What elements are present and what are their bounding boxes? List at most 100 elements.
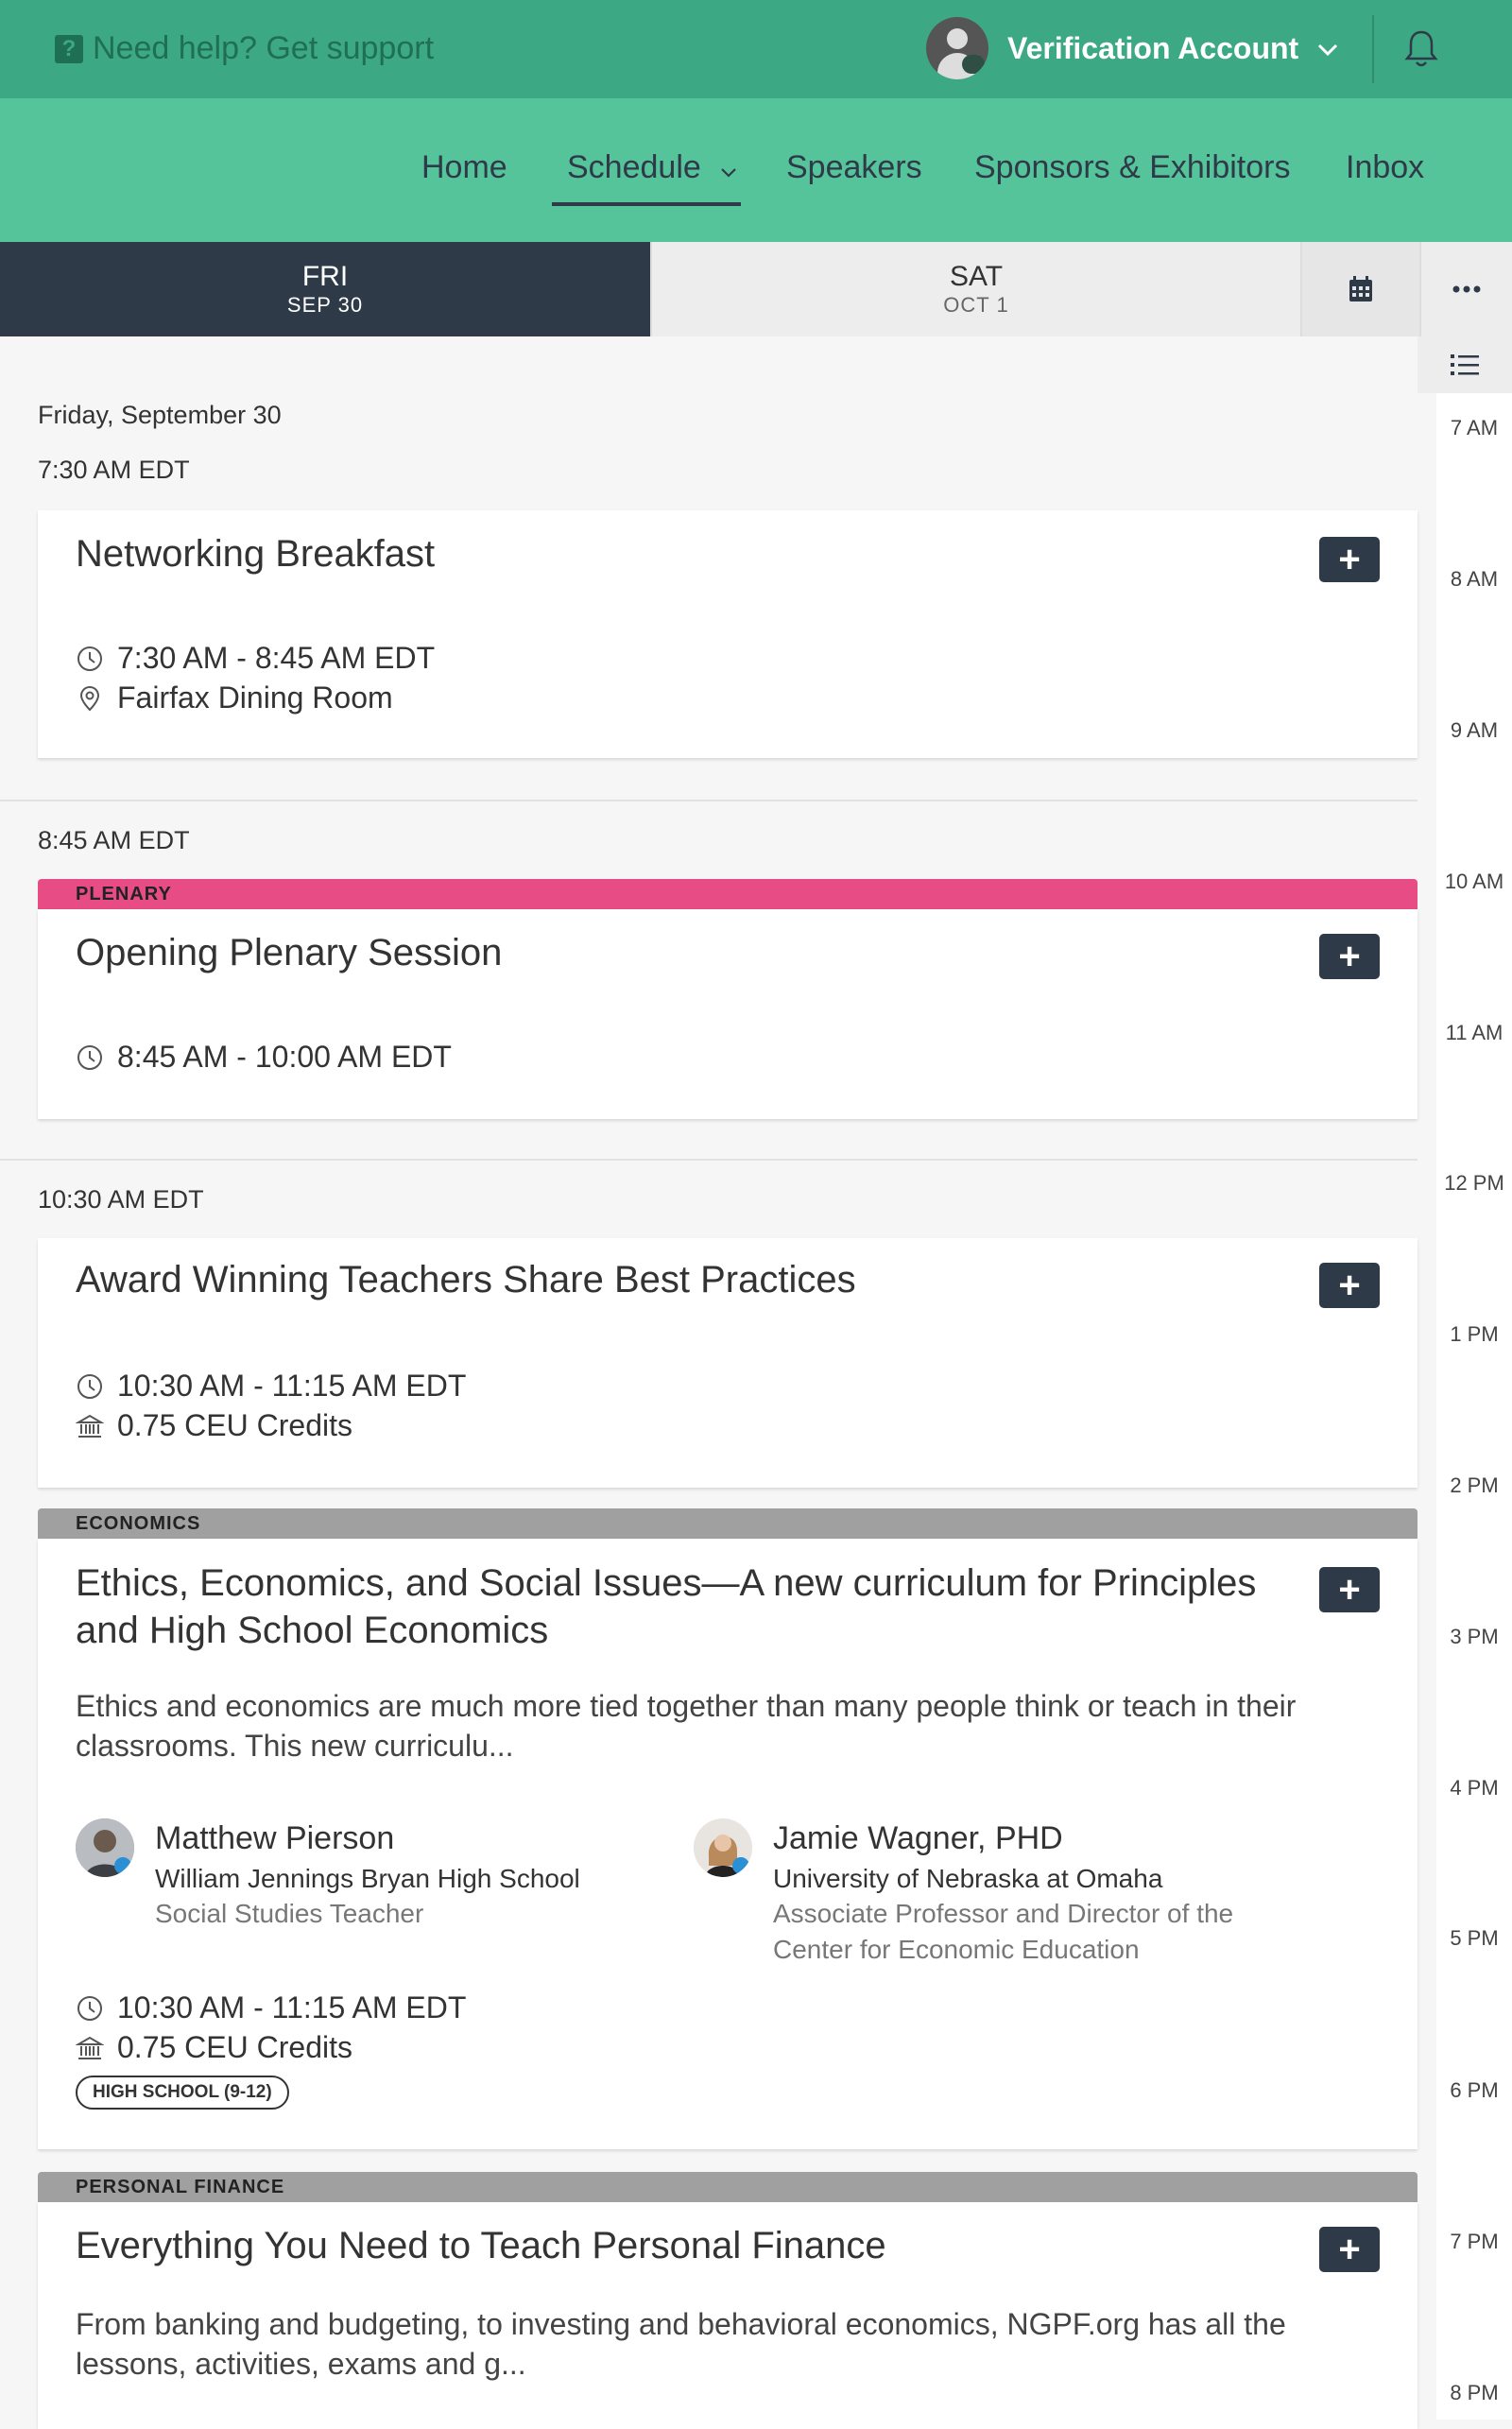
session-title[interactable]: Networking Breakfast <box>76 533 435 576</box>
session-title[interactable]: Opening Plenary Session <box>76 932 502 974</box>
bell-icon[interactable] <box>1402 28 1440 70</box>
track-label: ECONOMICS <box>38 1508 1418 1539</box>
session-location: Fairfax Dining Room <box>76 680 393 715</box>
plus-icon: + <box>1338 539 1361 580</box>
speaker-name[interactable]: Jamie Wagner, PHD <box>773 1820 1063 1857</box>
session-time-text: 8:45 AM - 10:00 AM EDT <box>117 1040 452 1074</box>
clock-icon <box>77 1995 102 2021</box>
tab-date: SEP 30 <box>286 293 364 317</box>
list-icon <box>1451 354 1479 375</box>
clock-icon <box>77 1044 102 1070</box>
speaker-org: University of Nebraska at Omaha <box>773 1864 1163 1893</box>
timeline-label: 2 PM <box>1450 1473 1499 1497</box>
add-session-button[interactable]: + <box>1319 1567 1380 1612</box>
add-session-button[interactable]: + <box>1319 2227 1380 2272</box>
session-description-line: classrooms. This new curriculu... <box>76 1729 514 1763</box>
clock-icon <box>77 1373 102 1399</box>
session-description-line: Ethics and economics are much more tied … <box>76 1689 1297 1723</box>
nav-schedule[interactable]: Schedule <box>567 149 737 186</box>
session-time-text: 7:30 AM - 8:45 AM EDT <box>117 641 436 675</box>
session-title[interactable]: Ethics, Economics, and Social Issues—A n… <box>76 1559 1256 1654</box>
plus-icon: + <box>1338 1265 1361 1306</box>
nav-home[interactable]: Home <box>421 149 507 186</box>
session-description-line: lessons, activities, exams and g... <box>76 2347 526 2381</box>
top-bar: ? Need help? Get support Verification Ac… <box>0 0 1512 98</box>
main-nav: Home Schedule Speakers Sponsors & Exhibi… <box>0 98 1512 242</box>
tab-sat[interactable]: SAT OCT 1 <box>650 242 1300 336</box>
session-card[interactable]: Award Winning Teachers Share Best Practi… <box>38 1238 1418 1488</box>
time-group-heading: 10:30 AM EDT <box>38 1185 204 1214</box>
session-card[interactable]: Networking Breakfast + 7:30 AM - 8:45 AM… <box>38 510 1418 758</box>
timeline-label: 11 AM <box>1445 1021 1503 1044</box>
session-description: Ethics and economics are much more tied … <box>76 1686 1342 1766</box>
institution-icon <box>76 1414 104 1438</box>
timeline[interactable]: 7 AM 8 AM 9 AM 10 AM 11 AM 12 PM 1 PM 2 … <box>1436 336 1512 2420</box>
session-credits: 0.75 CEU Credits <box>76 1408 352 1443</box>
tab-dow: SAT <box>949 261 1004 292</box>
help-text: Need help? Get support <box>93 30 435 66</box>
timeline-label: 4 PM <box>1450 1776 1499 1800</box>
help-icon: ? <box>55 34 83 63</box>
add-session-button[interactable]: + <box>1319 934 1380 979</box>
session-title-line: and High School Economics <box>76 1610 549 1651</box>
nav-speakers[interactable]: Speakers <box>786 149 922 186</box>
timeline-label: 10 AM <box>1444 870 1504 893</box>
session-time-text: 10:30 AM - 11:15 AM EDT <box>117 1369 467 1403</box>
track-label: PERSONAL FINANCE <box>38 2172 1418 2202</box>
plus-icon: + <box>1338 1569 1361 1611</box>
speaker-title: Social Studies Teacher <box>155 1899 424 1928</box>
session-title[interactable]: Everything You Need to Teach Personal Fi… <box>76 2225 886 2267</box>
speaker-name[interactable]: Matthew Pierson <box>155 1820 394 1857</box>
speaker-title-line: Associate Professor and Director of the <box>773 1899 1234 1928</box>
chevron-down-icon <box>1317 34 1338 63</box>
location-pin-icon <box>79 685 100 711</box>
speaker-org: William Jennings Bryan High School <box>155 1864 580 1893</box>
tab-fri[interactable]: FRI SEP 30 <box>0 242 650 336</box>
timeline-label: 6 PM <box>1450 2078 1499 2102</box>
session-card[interactable]: Everything You Need to Teach Personal Fi… <box>38 2202 1418 2429</box>
add-session-button[interactable]: + <box>1319 1263 1380 1308</box>
session-credits-text: 0.75 CEU Credits <box>117 2030 352 2064</box>
institution-icon <box>76 2036 104 2059</box>
speaker-photo <box>694 1818 752 1877</box>
speaker-title-line: Center for Economic Education <box>773 1935 1140 1964</box>
nav-sponsors[interactable]: Sponsors & Exhibitors <box>974 149 1291 186</box>
account-menu[interactable]: Verification Account <box>926 17 1338 79</box>
nav-inbox[interactable]: Inbox <box>1346 149 1424 186</box>
group-divider <box>0 1159 1418 1161</box>
more-button[interactable] <box>1419 242 1512 336</box>
timeline-label: 8 AM <box>1450 567 1499 591</box>
group-divider <box>0 800 1418 801</box>
session-title-line: Ethics, Economics, and Social Issues—A n… <box>76 1562 1257 1604</box>
add-session-button[interactable]: + <box>1319 537 1380 582</box>
chevron-down-icon <box>721 168 737 178</box>
timeline-label: 7 PM <box>1450 2230 1499 2253</box>
plus-icon: + <box>1338 936 1361 977</box>
timeline-label: 5 PM <box>1450 1926 1499 1950</box>
session-time: 7:30 AM - 8:45 AM EDT <box>76 641 435 676</box>
time-group-heading: 8:45 AM EDT <box>38 826 190 854</box>
timeline-label: 7 AM <box>1450 416 1499 439</box>
session-description: From banking and budgeting, to investing… <box>76 2304 1342 2384</box>
account-name: Verification Account <box>1007 30 1299 65</box>
session-title[interactable]: Award Winning Teachers Share Best Practi… <box>76 1259 856 1301</box>
session-time: 8:45 AM - 10:00 AM EDT <box>76 1040 452 1075</box>
audience-tag[interactable]: HIGH SCHOOL (9-12) <box>76 2076 289 2110</box>
session-time: 10:30 AM - 11:15 AM EDT <box>76 1369 466 1404</box>
session-card[interactable]: Opening Plenary Session + 8:45 AM - 10:0… <box>38 909 1418 1119</box>
tab-dow: FRI <box>301 261 349 292</box>
session-card[interactable]: Ethics, Economics, and Social Issues—A n… <box>38 1539 1418 2149</box>
nav-active-indicator <box>552 202 741 206</box>
session-credits: 0.75 CEU Credits <box>76 2030 352 2065</box>
day-heading: Friday, September 30 <box>38 401 282 429</box>
list-view-button[interactable] <box>1418 336 1512 393</box>
timeline-label: 9 AM <box>1450 718 1499 742</box>
session-time-text: 10:30 AM - 11:15 AM EDT <box>117 1990 467 2024</box>
session-time: 10:30 AM - 11:15 AM EDT <box>76 1990 466 2025</box>
calendar-button[interactable] <box>1300 242 1419 336</box>
time-group-heading: 7:30 AM EDT <box>38 456 190 484</box>
session-credits-text: 0.75 CEU Credits <box>117 1408 352 1442</box>
timeline-label: 3 PM <box>1450 1625 1499 1648</box>
help-link[interactable]: ? Need help? Get support <box>55 30 434 67</box>
avatar <box>926 17 988 79</box>
